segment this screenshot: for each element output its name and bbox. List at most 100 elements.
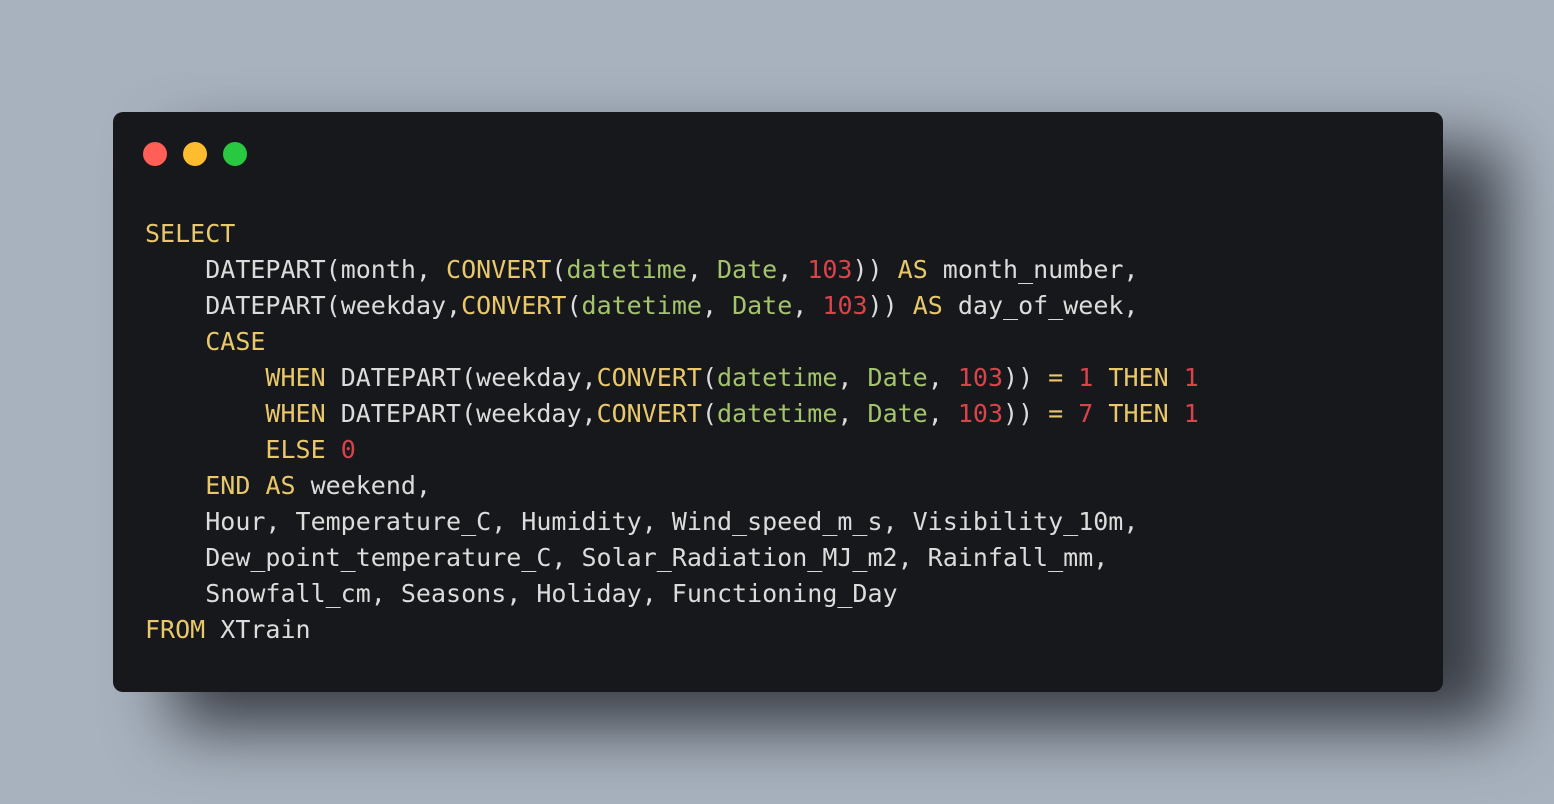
- minimize-dot-icon[interactable]: [183, 142, 207, 166]
- code-token: )): [1003, 399, 1049, 428]
- code-token: ,: [701, 291, 733, 320]
- code-token: THEN: [1108, 363, 1169, 392]
- code-token: datetime: [717, 363, 838, 392]
- code-token: WHEN: [265, 363, 326, 392]
- code-token: )): [1003, 363, 1049, 392]
- code-token: 103: [807, 255, 853, 284]
- code-window: SELECT DATEPART(month, CONVERT(datetime,…: [113, 112, 1443, 692]
- code-token: weekday,: [476, 399, 597, 428]
- code-line: CASE: [145, 324, 1199, 360]
- code-token: (: [701, 363, 717, 392]
- code-token: AS: [265, 471, 296, 500]
- code-token: ,: [837, 363, 868, 392]
- code-token: Date: [732, 291, 793, 320]
- code-token: DATEPART(: [325, 399, 477, 428]
- code-token: DATEPART(: [205, 255, 341, 284]
- code-token: ,: [837, 399, 868, 428]
- code-token: Date: [867, 399, 928, 428]
- code-token: 7: [1078, 399, 1094, 428]
- code-token: weekday,: [476, 363, 597, 392]
- code-token: ,: [927, 363, 958, 392]
- code-token: WHEN: [265, 399, 326, 428]
- code-token: =: [1048, 399, 1064, 428]
- code-line: Snowfall_cm, Seasons, Holiday, Functioni…: [145, 576, 1199, 612]
- code-token: Hour, Temperature_C, Humidity, Wind_spee…: [205, 507, 1139, 536]
- code-token: XTrain: [205, 615, 311, 644]
- code-token: )): [867, 291, 913, 320]
- code-token: 1: [1183, 399, 1199, 428]
- code-token: weekday,: [340, 291, 462, 320]
- code-line: END AS weekend,: [145, 468, 1199, 504]
- code-token: CONVERT: [596, 363, 702, 392]
- code-token: Snowfall_cm, Seasons, Holiday, Functioni…: [205, 579, 898, 608]
- code-token: 103: [822, 291, 868, 320]
- code-line: Dew_point_temperature_C, Solar_Radiation…: [145, 540, 1199, 576]
- code-line: ELSE 0: [145, 432, 1199, 468]
- code-token: ,: [792, 291, 823, 320]
- sql-code-block: SELECT DATEPART(month, CONVERT(datetime,…: [145, 216, 1199, 648]
- code-token: datetime: [717, 399, 838, 428]
- code-token: (: [551, 255, 567, 284]
- code-token: )): [852, 255, 898, 284]
- code-token: ELSE: [265, 435, 326, 464]
- code-token: CONVERT: [446, 255, 552, 284]
- code-token: 103: [957, 399, 1004, 428]
- code-token: CASE: [205, 327, 266, 356]
- code-token: Dew_point_temperature_C, Solar_Radiation…: [205, 543, 1109, 572]
- code-token: Date: [867, 363, 928, 392]
- code-token: datetime: [566, 255, 687, 284]
- close-dot-icon[interactable]: [143, 142, 167, 166]
- code-token: ,: [927, 399, 958, 428]
- code-token: END: [205, 471, 251, 500]
- code-token: 1: [1078, 363, 1094, 392]
- code-token: 103: [957, 363, 1004, 392]
- code-line: WHEN DATEPART(weekday,CONVERT(datetime, …: [145, 396, 1199, 432]
- window-controls: [143, 142, 247, 166]
- code-line: DATEPART(weekday,CONVERT(datetime, Date,…: [145, 288, 1199, 324]
- code-token: DATEPART(: [205, 291, 341, 320]
- code-token: 1: [1183, 363, 1199, 392]
- code-token: Date: [717, 255, 778, 284]
- code-line: WHEN DATEPART(weekday,CONVERT(datetime, …: [145, 360, 1199, 396]
- code-line: FROM XTrain: [145, 612, 1199, 648]
- code-token: day_of_week,: [942, 291, 1139, 320]
- code-line: SELECT: [145, 216, 1199, 252]
- code-token: CONVERT: [596, 399, 702, 428]
- code-token: datetime: [581, 291, 702, 320]
- code-token: FROM: [145, 615, 206, 644]
- code-line: DATEPART(month, CONVERT(datetime, Date, …: [145, 252, 1199, 288]
- code-token: month,: [340, 255, 447, 284]
- code-token: DATEPART(: [325, 363, 477, 392]
- code-token: =: [1048, 363, 1064, 392]
- code-token: ,: [777, 255, 808, 284]
- code-token: (: [566, 291, 582, 320]
- code-token: 0: [340, 435, 356, 464]
- code-token: AS: [912, 291, 943, 320]
- maximize-dot-icon[interactable]: [223, 142, 247, 166]
- code-token: weekend,: [295, 471, 432, 500]
- code-token: AS: [897, 255, 928, 284]
- code-line: Hour, Temperature_C, Humidity, Wind_spee…: [145, 504, 1199, 540]
- code-token: THEN: [1108, 399, 1169, 428]
- code-token: ,: [686, 255, 717, 284]
- code-token: SELECT: [145, 219, 236, 248]
- code-token: month_number,: [927, 255, 1139, 284]
